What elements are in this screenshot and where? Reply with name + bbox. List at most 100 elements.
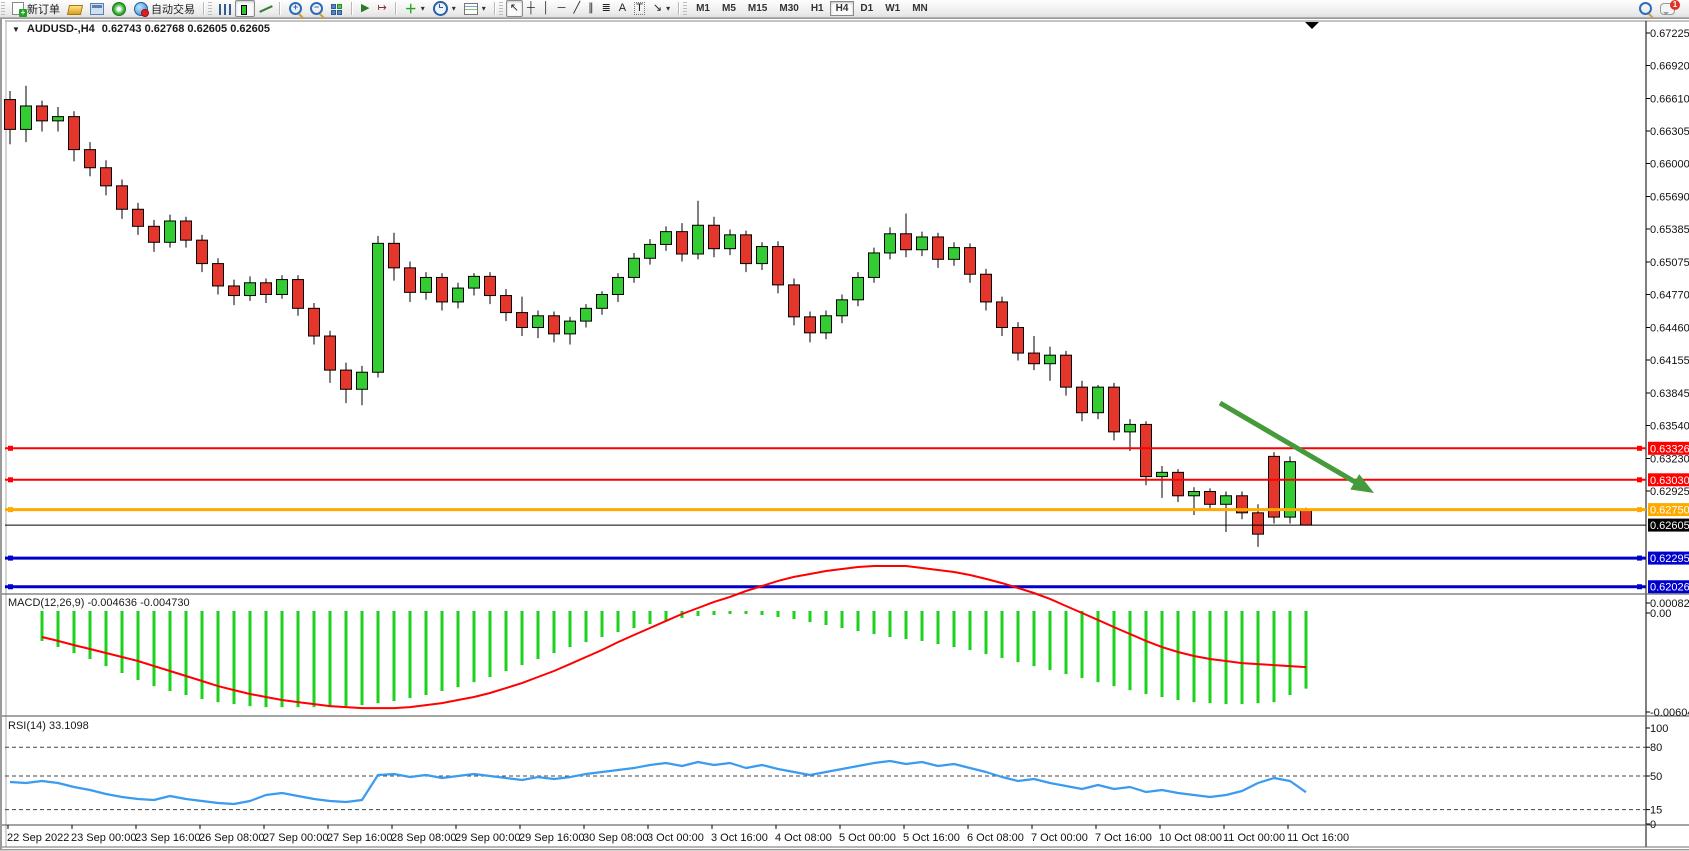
hline-left-handle[interactable] <box>8 556 13 561</box>
notifications-button[interactable]: 1 <box>1656 0 1679 17</box>
candle-body <box>453 288 464 302</box>
candle-body <box>613 277 624 294</box>
new-order-button[interactable]: + 新订单 <box>8 0 64 17</box>
symbol-dropdown-icon[interactable]: ▼ <box>12 25 20 34</box>
arrows-tool-button[interactable]: ↘▾ <box>649 0 674 17</box>
candle-body <box>37 106 48 121</box>
vertical-line-tool-button[interactable]: │ <box>539 0 554 17</box>
candle-body <box>229 286 240 296</box>
candle-body <box>293 280 304 309</box>
trendline-tool-button[interactable]: ╱ <box>569 0 584 17</box>
candle-body <box>373 243 384 372</box>
candle-body <box>1109 387 1120 432</box>
search-button[interactable] <box>1635 0 1656 17</box>
hline-left-handle[interactable] <box>8 507 13 512</box>
tile-windows-button[interactable] <box>327 0 347 17</box>
timeframe-m5-button[interactable]: M5 <box>716 1 742 16</box>
candle-body <box>1189 492 1200 496</box>
hline-price-badge-text: 0.62750 <box>1650 505 1689 517</box>
chart-shift-button[interactable]: ↦ <box>373 0 390 17</box>
price-tick-label: 0.62925 <box>1650 486 1689 498</box>
periods-button[interactable]: ▾ <box>429 0 460 17</box>
candle-body <box>949 248 960 260</box>
date-tick-label: 30 Sep 08:00 <box>583 832 648 844</box>
rsi-axis-label: 80 <box>1650 742 1662 754</box>
candle-body <box>917 237 928 250</box>
candlestick-chart-button[interactable] <box>235 0 255 17</box>
zoom-out-icon: − <box>310 2 323 15</box>
timeframe-m15-button[interactable]: M15 <box>742 1 773 16</box>
candle-body <box>181 221 192 240</box>
auto-scroll-button[interactable]: ▶ <box>357 0 373 17</box>
candle-body <box>789 285 800 317</box>
hline-price-badge-text: 0.62026 <box>1650 582 1689 594</box>
date-tick-label: 6 Oct 08:00 <box>967 832 1024 844</box>
line-chart-button[interactable] <box>255 0 275 17</box>
hline-left-handle[interactable] <box>8 446 13 451</box>
hline-right-handle[interactable] <box>1637 584 1642 589</box>
timeframe-mn-button[interactable]: MN <box>906 1 934 16</box>
deposit-button[interactable] <box>64 0 86 17</box>
signals-button[interactable] <box>108 0 130 17</box>
vertical-line-icon: │ <box>543 3 550 14</box>
chevron-down-icon: ▾ <box>452 4 456 13</box>
candle-body <box>1205 492 1216 505</box>
price-chart-canvas[interactable]: 0.633260.630300.627500.626050.622950.620… <box>2 19 1689 849</box>
candle-body <box>53 117 64 121</box>
plot-background[interactable] <box>5 21 1646 847</box>
mt4-terminal: { "toolbar": { "new_order_label": "新订单",… <box>0 0 1689 851</box>
chart-shift-icon: ↦ <box>377 3 386 14</box>
timeframe-w1-button[interactable]: W1 <box>879 1 906 16</box>
price-tick-label: 0.65385 <box>1650 224 1689 236</box>
toolbar-grip[interactable] <box>1 2 5 15</box>
horizontal-line-icon: ─ <box>558 3 566 14</box>
hline-right-handle[interactable] <box>1637 477 1642 482</box>
chart-symbol-timeframe: AUDUSD-,H4 <box>27 23 95 35</box>
timeframe-m1-button[interactable]: M1 <box>690 1 716 16</box>
timeframe-m30-button[interactable]: M30 <box>773 1 804 16</box>
bar-chart-button[interactable] <box>215 0 235 17</box>
horizontal-line-tool-button[interactable]: ─ <box>554 0 570 17</box>
chart-window-icon <box>90 3 104 15</box>
hline-left-handle[interactable] <box>8 584 13 589</box>
price-tick-label: 0.64460 <box>1650 323 1689 335</box>
macd-axis-label: 0.00 <box>1650 608 1671 620</box>
candle-body <box>1269 456 1280 517</box>
new-chart-button[interactable] <box>86 0 108 17</box>
candle-body <box>501 296 512 313</box>
crosshair-tool-button[interactable]: ┼ <box>523 0 539 17</box>
signals-icon <box>112 2 126 16</box>
timeframe-d1-button[interactable]: D1 <box>854 1 879 16</box>
timeframe-h4-button[interactable]: H4 <box>830 1 855 16</box>
indicators-button[interactable]: ＋▾ <box>401 0 429 17</box>
hline-price-badge-text: 0.62605 <box>1650 520 1689 532</box>
fibonacci-tool-button[interactable]: ≣ <box>598 0 615 17</box>
autotrading-button[interactable]: 自动交易 <box>130 0 199 17</box>
date-tick-label: 28 Sep 08:00 <box>391 832 456 844</box>
text-tool-button[interactable]: A <box>615 0 630 17</box>
hline-right-handle[interactable] <box>1637 507 1642 512</box>
cursor-tool-button[interactable]: ↖ <box>506 0 523 17</box>
templates-button[interactable]: ▾ <box>460 0 490 17</box>
zoom-out-button[interactable]: − <box>306 0 327 17</box>
equidistant-channel-icon: ∥ <box>588 3 594 14</box>
candle-body <box>981 274 992 302</box>
macd-axis-label: -0.006044 <box>1650 707 1689 719</box>
candle-body <box>853 277 864 299</box>
timeframe-h1-button[interactable]: H1 <box>805 1 830 16</box>
zoom-in-button[interactable]: + <box>285 0 306 17</box>
candle-body <box>133 209 144 226</box>
text-label-tool-button[interactable]: T <box>630 0 649 17</box>
price-tick-label: 0.66610 <box>1650 94 1689 106</box>
date-tick-label: 29 Sep 00:00 <box>455 832 520 844</box>
hline-left-handle[interactable] <box>8 477 13 482</box>
line-chart-icon <box>259 3 271 15</box>
candle-body <box>773 247 784 285</box>
hline-right-handle[interactable] <box>1637 446 1642 451</box>
date-tick-label: 27 Sep 00:00 <box>263 832 328 844</box>
channel-tool-button[interactable]: ∥ <box>584 0 598 17</box>
hline-right-handle[interactable] <box>1637 556 1642 561</box>
date-tick-label: 11 Oct 00:00 <box>1223 832 1285 844</box>
chart-window[interactable]: ▼ AUDUSD-,H4 0.62743 0.62768 0.62605 0.6… <box>0 18 1689 850</box>
chevron-down-icon: ▾ <box>421 4 425 13</box>
